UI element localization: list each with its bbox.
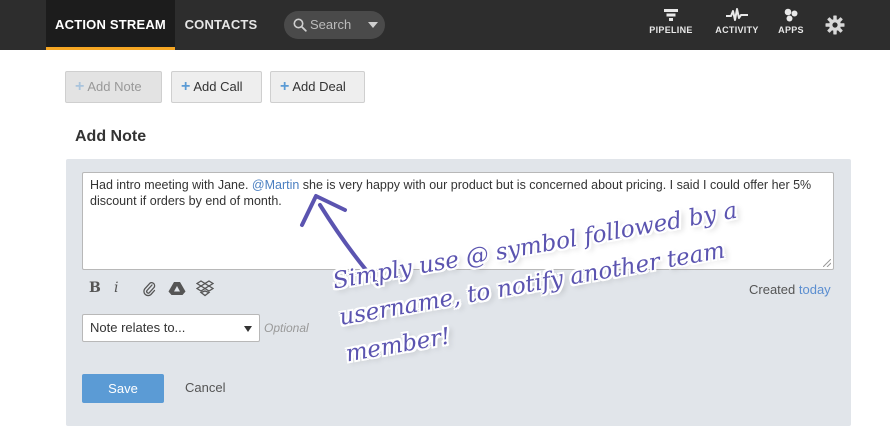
dropdown-arrow-icon xyxy=(244,326,252,332)
optional-hint: Optional xyxy=(264,321,309,335)
resize-handle-icon[interactable] xyxy=(823,259,831,267)
pulse-icon xyxy=(726,8,748,21)
search-box[interactable]: Search xyxy=(284,11,385,39)
plus-icon: + xyxy=(75,78,85,95)
add-note-button[interactable]: + Add Note xyxy=(65,71,162,103)
nav-apps-label: APPS xyxy=(778,25,804,35)
filter-icon xyxy=(664,9,678,21)
paperclip-icon[interactable] xyxy=(142,281,156,297)
plus-icon: + xyxy=(181,78,191,95)
settings-button[interactable] xyxy=(823,14,847,36)
nav-activity[interactable]: ACTIVITY xyxy=(711,8,763,35)
add-deal-label: Add Deal xyxy=(292,79,346,94)
section-title: Add Note xyxy=(75,128,147,145)
drive-icon[interactable] xyxy=(168,281,186,296)
plus-icon: + xyxy=(280,78,290,95)
dropbox-icon[interactable] xyxy=(196,280,214,297)
nav-apps[interactable]: APPS xyxy=(774,8,808,35)
bold-button[interactable]: B xyxy=(89,280,101,296)
add-deal-button[interactable]: + Add Deal xyxy=(270,71,365,103)
top-navbar: ACTION STREAM CONTACTS Search PIPELINE A… xyxy=(0,0,890,50)
relates-to-select[interactable]: Note relates to... xyxy=(82,314,260,342)
search-placeholder: Search xyxy=(310,17,352,32)
nav-pipeline-label: PIPELINE xyxy=(649,25,693,35)
italic-button[interactable]: i xyxy=(114,280,118,296)
nav-pipeline[interactable]: PIPELINE xyxy=(646,8,696,35)
note-text-before: Had intro meeting with Jane. xyxy=(90,178,252,192)
tab-contacts[interactable]: CONTACTS xyxy=(175,0,267,50)
created-date-link[interactable]: today xyxy=(799,282,831,297)
add-call-button[interactable]: + Add Call xyxy=(171,71,262,103)
relates-to-value: Note relates to... xyxy=(90,320,186,335)
gear-icon xyxy=(825,15,845,35)
search-icon xyxy=(293,18,307,32)
nav-activity-label: ACTIVITY xyxy=(715,25,759,35)
tab-action-stream[interactable]: ACTION STREAM xyxy=(46,0,175,50)
chevron-down-icon[interactable] xyxy=(368,22,378,28)
add-call-label: Add Call xyxy=(193,79,243,94)
save-button[interactable]: Save xyxy=(82,374,164,403)
cancel-button[interactable]: Cancel xyxy=(185,380,225,395)
apps-icon xyxy=(784,8,798,22)
add-note-label: Add Note xyxy=(87,79,142,94)
mention-tag: @Martin xyxy=(251,178,300,192)
